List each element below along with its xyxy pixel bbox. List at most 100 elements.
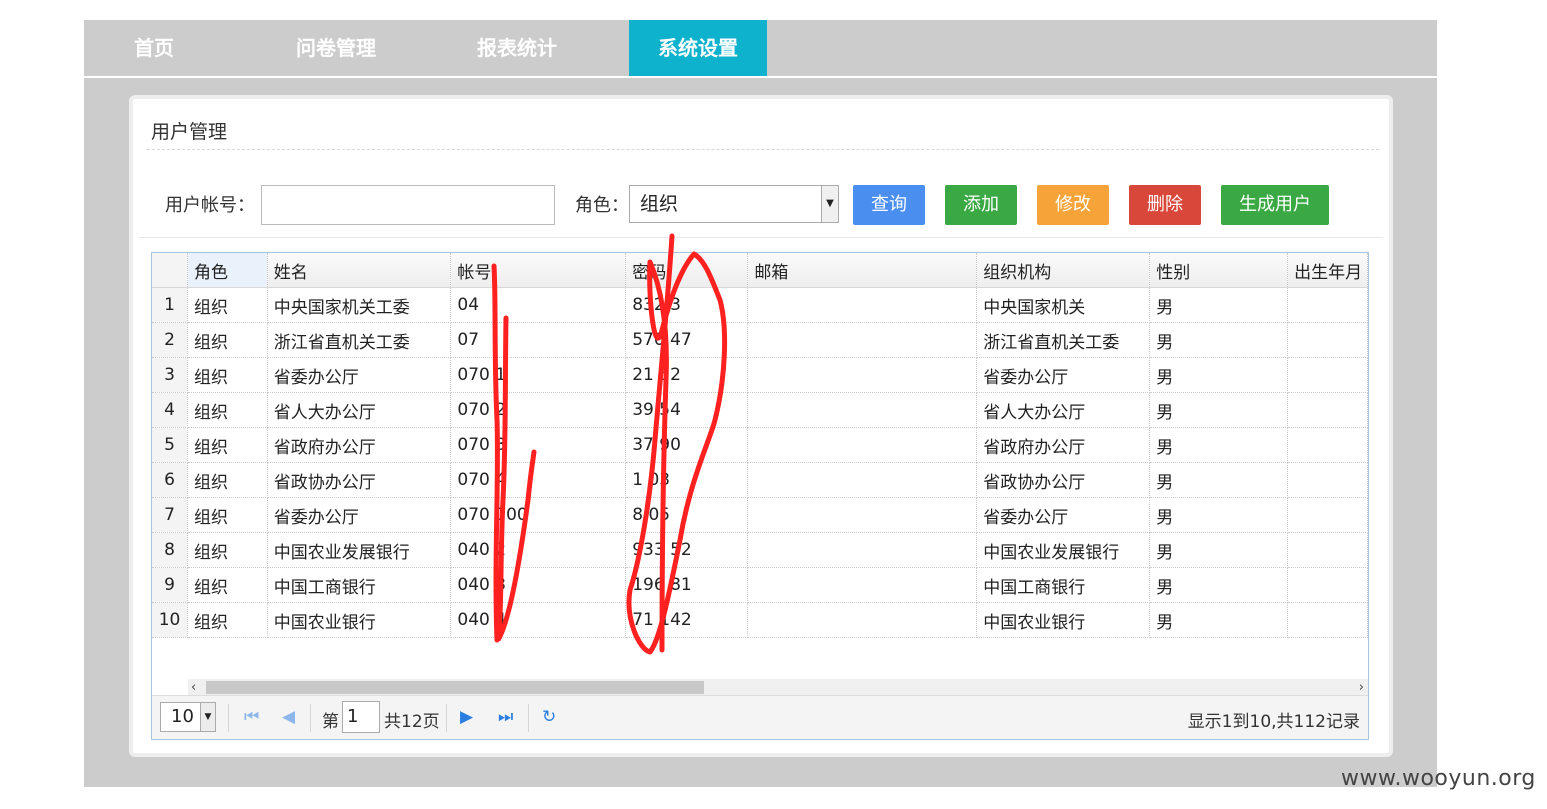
cell-password: 1 03	[625, 462, 749, 498]
cell-email	[747, 322, 978, 358]
cell-name: 省政协办公厅	[267, 462, 452, 498]
table-row[interactable]: 10 组织 中国农业银行 040 4 71 142 中国农业银行男	[152, 602, 1368, 638]
cell-organization: 中国农业发展银行	[976, 532, 1151, 568]
cell-birthdate	[1287, 602, 1368, 638]
cell-role: 组织	[187, 287, 268, 323]
cell-role: 组织	[187, 567, 268, 603]
chevron-down-icon[interactable]: ▼	[821, 186, 838, 222]
cell-gender: 男	[1149, 567, 1289, 603]
refresh-icon[interactable]: ↻	[542, 706, 556, 728]
cell-password: 570 47	[625, 322, 749, 358]
cell-password: 21 52	[625, 357, 749, 393]
column-header-password[interactable]: 密码	[625, 253, 749, 288]
column-header-email[interactable]: 邮箱	[747, 253, 978, 288]
column-header-gender[interactable]: 性别	[1149, 253, 1289, 288]
column-header-account[interactable]: 帐号	[450, 253, 627, 288]
cell-account: 07	[450, 322, 627, 358]
cell-email	[747, 602, 978, 638]
pagination-bar: 10 ▼ ⏮ ◀ 第 1 共12页 ▶ ⏭ ↻ 显示1到10,共112记录	[152, 695, 1368, 739]
pager-separator	[446, 704, 447, 732]
scrollbar-thumb[interactable]	[206, 681, 704, 694]
next-page-icon[interactable]: ▶	[460, 706, 473, 728]
table-row[interactable]: 5 组织 省政府办公厅 070 3 37 90 省政府办公厅男	[152, 427, 1368, 463]
cell-gender: 男	[1149, 462, 1289, 498]
chevron-down-icon[interactable]: ▼	[200, 703, 215, 731]
cell-password: 832 3	[625, 287, 749, 323]
cell-account: 040 3	[450, 567, 627, 603]
row-number: 7	[152, 497, 189, 533]
cell-organization: 省委办公厅	[976, 497, 1151, 533]
first-page-icon[interactable]: ⏮	[244, 706, 259, 728]
cell-birthdate	[1287, 462, 1368, 498]
cell-name: 中国农业银行	[267, 602, 452, 638]
horizontal-scrollbar[interactable]: ‹ ›	[188, 679, 1368, 696]
last-page-icon[interactable]: ⏭	[498, 706, 513, 728]
nav-tab-system-settings[interactable]: 系统设置	[629, 20, 767, 76]
row-number-header	[152, 253, 189, 288]
column-header-role[interactable]: 角色	[187, 253, 268, 288]
cell-role: 组织	[187, 602, 268, 638]
cell-organization: 中国工商银行	[976, 567, 1151, 603]
page-number-input[interactable]: 1	[342, 701, 380, 733]
pager-separator	[228, 704, 229, 732]
table-row[interactable]: 6 组织 省政协办公厅 070 41 03 省政协办公厅男	[152, 462, 1368, 498]
cell-organization: 中央国家机关	[976, 287, 1151, 323]
user-management-panel: 用户管理 用户帐号： 角色： 组织 ▼ 查询 添加 修改 删除 生成用户 角色 …	[129, 95, 1393, 757]
cell-email	[747, 497, 978, 533]
cell-birthdate	[1287, 357, 1368, 393]
cell-email	[747, 567, 978, 603]
scroll-left-icon[interactable]: ‹	[191, 679, 196, 696]
cell-role: 组织	[187, 322, 268, 358]
table-row[interactable]: 7 组织 省委办公厅 070 100 8 05 省委办公厅男	[152, 497, 1368, 533]
page-size-value: 10	[171, 706, 194, 727]
cell-gender: 男	[1149, 287, 1289, 323]
watermark-text: www.wooyun.org	[1341, 766, 1536, 791]
delete-button[interactable]: 删除	[1129, 185, 1201, 225]
cell-gender: 男	[1149, 392, 1289, 428]
add-button[interactable]: 添加	[945, 185, 1017, 225]
column-header-birthdate[interactable]: 出生年月	[1287, 253, 1368, 288]
nav-tab-report-statistics[interactable]: 报表统计	[477, 20, 557, 76]
cell-birthdate	[1287, 427, 1368, 463]
generate-user-button[interactable]: 生成用户	[1221, 185, 1329, 225]
previous-page-icon[interactable]: ◀	[282, 706, 295, 728]
table-row[interactable]: 1 组织 中央国家机关工委 04 832 3 中央国家机关男	[152, 287, 1368, 323]
page-total-label: 共12页	[384, 712, 440, 732]
record-count-info: 显示1到10,共112记录	[1187, 712, 1360, 732]
role-label: 角色：	[575, 195, 629, 216]
column-header-name[interactable]: 姓名	[267, 253, 452, 288]
cell-organization: 省政府办公厅	[976, 427, 1151, 463]
cell-email	[747, 392, 978, 428]
table-row[interactable]: 2 组织 浙江省直机关工委 07 570 47 浙江省直机关工委男	[152, 322, 1368, 358]
scroll-right-icon[interactable]: ›	[1359, 679, 1364, 696]
cell-name: 中国农业发展银行	[267, 532, 452, 568]
page-size-select[interactable]: 10 ▼	[160, 702, 216, 732]
cell-password: 8 05	[625, 497, 749, 533]
nav-tab-home[interactable]: 首页	[134, 20, 174, 76]
cell-gender: 男	[1149, 427, 1289, 463]
role-select[interactable]: 组织 ▼	[629, 185, 839, 223]
row-number: 5	[152, 427, 189, 463]
cell-name: 省委办公厅	[267, 357, 452, 393]
cell-role: 组织	[187, 532, 268, 568]
cell-gender: 男	[1149, 322, 1289, 358]
cell-organization: 浙江省直机关工委	[976, 322, 1151, 358]
cell-password: 39 54	[625, 392, 749, 428]
table-row[interactable]: 4 组织 省人大办公厅 070 2 39 54 省人大办公厅男	[152, 392, 1368, 428]
row-number: 3	[152, 357, 189, 393]
panel-title: 用户管理	[151, 121, 228, 143]
cell-password: 71 142	[625, 602, 749, 638]
cell-account: 070 100	[450, 497, 627, 533]
column-header-organization[interactable]: 组织机构	[976, 253, 1151, 288]
table-row[interactable]: 8 组织 中国农业发展银行 040 2 933 52 中国农业发展银行男	[152, 532, 1368, 568]
query-button[interactable]: 查询	[853, 185, 925, 225]
cell-gender: 男	[1149, 532, 1289, 568]
nav-tab-survey-management[interactable]: 问卷管理	[296, 20, 376, 76]
table-row[interactable]: 9 组织 中国工商银行 040 3 196 81 中国工商银行男	[152, 567, 1368, 603]
account-input[interactable]	[261, 185, 555, 225]
cell-organization: 省人大办公厅	[976, 392, 1151, 428]
table-header-row: 角色 姓名 帐号 密码 邮箱 组织机构 性别 出生年月	[152, 253, 1368, 288]
edit-button[interactable]: 修改	[1037, 185, 1109, 225]
cell-name: 中央国家机关工委	[267, 287, 452, 323]
table-row[interactable]: 3 组织 省委办公厅 070 1 21 52 省委办公厅男	[152, 357, 1368, 393]
